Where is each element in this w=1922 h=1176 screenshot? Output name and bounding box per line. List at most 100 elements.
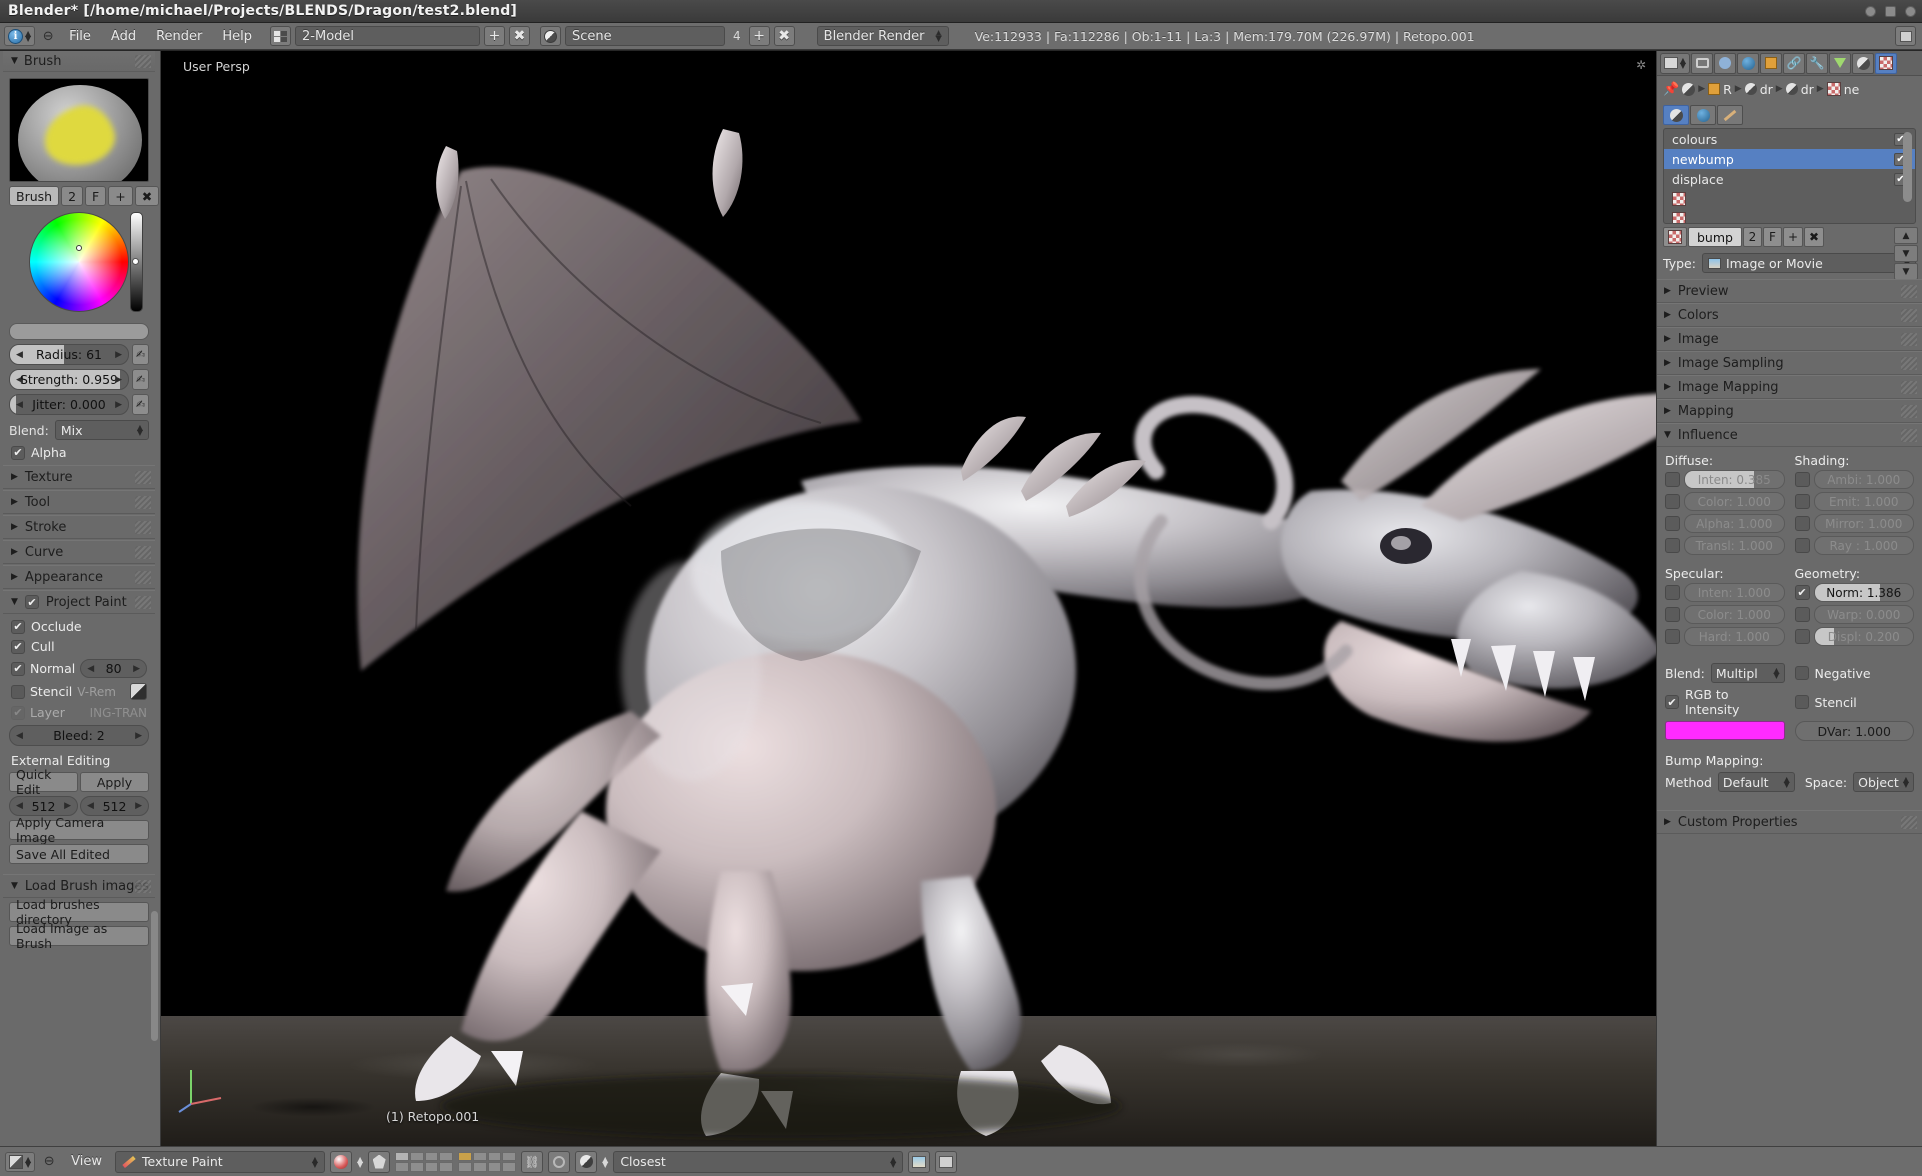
occlude-checkbox[interactable]: ✔ — [11, 619, 25, 634]
strength-pressure-icon[interactable]: ✍ — [132, 369, 149, 390]
add-scene-button[interactable]: + — [748, 26, 770, 46]
menu-help[interactable]: Help — [214, 27, 260, 46]
chevron-left-icon[interactable]: ◀ — [16, 801, 23, 811]
snap-magnet-icon[interactable]: ⛓ — [521, 1150, 544, 1173]
accordion-image-mapping[interactable]: ▶ Image Mapping — [1657, 375, 1922, 399]
stencil-swatch-icon[interactable] — [130, 683, 147, 700]
scene-icon[interactable] — [540, 26, 562, 46]
bump-space-dropdown[interactable]: Object ▲ ▼ — [1853, 772, 1914, 792]
footer-view-menu[interactable]: View — [63, 1152, 110, 1171]
breadcrumb-object-label[interactable]: R — [1723, 82, 1732, 97]
world-context-icon[interactable] — [1690, 105, 1716, 125]
dragon-model[interactable] — [161, 51, 1656, 1146]
occlude-row[interactable]: ✔ Occlude — [11, 619, 147, 634]
shading-mode-icon[interactable] — [330, 1150, 353, 1173]
negative-checkbox[interactable]: ✔ — [1794, 666, 1809, 680]
section-project-paint[interactable]: ▼ ✔ Project Paint — [3, 590, 155, 614]
proportional-edit-icon[interactable] — [548, 1150, 571, 1173]
blend-mode-dropdown[interactable]: Mix ▲ ▼ — [54, 420, 149, 440]
texture-slot-row[interactable]: newbump ✔ — [1664, 149, 1915, 169]
editor-type-selector[interactable]: i ▲ ▼ — [4, 26, 36, 46]
data-tab-icon[interactable] — [1829, 52, 1851, 74]
edit-width-field[interactable]: ◀ 512 ▶ — [9, 796, 78, 816]
brush-name-field[interactable]: Brush — [9, 186, 60, 206]
normal-angle-slider[interactable]: ◀ 80 ▶ — [80, 659, 147, 678]
scene-tab-icon[interactable] — [1714, 52, 1736, 74]
geometry-displ-toggle[interactable] — [1794, 629, 1810, 644]
diffuse-transl-toggle[interactable] — [1665, 538, 1680, 553]
apply-camera-image-button[interactable]: Apply Camera Image — [9, 815, 149, 845]
chevron-right-icon[interactable]: ▶ — [135, 731, 142, 741]
texture-slot-list[interactable]: colours ✔ newbump ✔ displace ✔ — [1663, 128, 1916, 224]
pivot-icon[interactable] — [368, 1150, 391, 1173]
texture-type-icon[interactable] — [1663, 227, 1687, 247]
load-image-as-brush-button[interactable]: Load Image as Brush — [9, 921, 149, 951]
render-animation-icon[interactable] — [935, 1150, 958, 1173]
texture-name-field[interactable]: bump — [1688, 227, 1742, 247]
accordion-colors[interactable]: ▶ Colors — [1657, 303, 1922, 327]
add-screen-layout-button[interactable]: + — [484, 26, 506, 46]
blend-dropdown[interactable]: Multipl ▲ ▼ — [1710, 663, 1785, 683]
properties-editor-type-button[interactable]: ▲ ▼ — [1660, 52, 1690, 74]
color-wheel[interactable] — [29, 212, 129, 312]
accordion-image[interactable]: ▶ Image — [1657, 327, 1922, 351]
breadcrumb-material2-label[interactable]: dr — [1801, 82, 1814, 97]
tool-shelf-scrollbar[interactable] — [151, 911, 158, 1041]
value-slider-handle[interactable] — [132, 258, 139, 266]
color-wheel-cursor[interactable] — [76, 245, 82, 252]
texture-slot-row[interactable]: colours ✔ — [1664, 129, 1915, 149]
radius-slider[interactable]: ◀ Radius: 61 ▶ — [9, 344, 129, 365]
influence-color-swatch[interactable] — [1665, 721, 1785, 740]
breadcrumb-texture-label[interactable]: ne — [1844, 82, 1860, 97]
chevron-updown-icon[interactable]: ▲ ▼ — [602, 1155, 608, 1168]
delete-scene-button[interactable]: ✖ — [773, 26, 795, 46]
section-tool[interactable]: ▶ Tool — [3, 490, 155, 514]
section-appearance[interactable]: ▶ Appearance — [3, 565, 155, 589]
editor-type-selector-bottom[interactable]: ▲ ▼ — [5, 1151, 36, 1172]
save-all-edited-button[interactable]: Save All Edited — [9, 844, 149, 864]
menu-file[interactable]: File — [61, 27, 99, 46]
diffuse-inten-toggle[interactable] — [1665, 472, 1680, 487]
project-paint-checkbox[interactable]: ✔ — [24, 595, 39, 609]
influence-stencil-row[interactable]: ✔ Stencil — [1794, 687, 1915, 717]
texture-users-button[interactable]: 2 — [1742, 227, 1762, 247]
accordion-preview[interactable]: ▶ Preview — [1657, 279, 1922, 303]
minimize-button[interactable] — [1865, 6, 1876, 17]
cull-checkbox[interactable]: ✔ — [11, 639, 25, 654]
texture-slot-row[interactable] — [1664, 189, 1915, 209]
material-context-icon[interactable] — [1663, 105, 1689, 125]
rgb-to-intensity-row[interactable]: ✔ RGB to Intensity — [1665, 687, 1785, 717]
brush-context-icon[interactable] — [1717, 105, 1743, 125]
material-tab-icon[interactable] — [1852, 52, 1874, 74]
bump-method-dropdown[interactable]: Default ▲ ▼ — [1717, 772, 1795, 792]
constraints-tab-icon[interactable]: 🔗 — [1783, 52, 1805, 74]
chevron-right-icon[interactable]: ▶ — [135, 801, 142, 811]
texture-fake-user-button[interactable]: F — [1762, 227, 1782, 247]
shading-emit-toggle[interactable] — [1794, 494, 1810, 509]
quick-edit-button[interactable]: Quick Edit — [9, 767, 78, 797]
radius-pressure-icon[interactable]: ✍ — [132, 344, 149, 365]
object-tab-icon[interactable] — [1760, 52, 1782, 74]
accordion-mapping[interactable]: ▶ Mapping — [1657, 399, 1922, 423]
chevron-right-icon[interactable]: ▶ — [115, 350, 122, 360]
move-slot-down-icon[interactable]: ▼ — [1894, 245, 1918, 262]
brush-icon[interactable] — [1682, 82, 1696, 96]
shading-ray-toggle[interactable] — [1794, 538, 1810, 553]
texture-add-button[interactable]: + — [1782, 227, 1804, 247]
maximize-button[interactable] — [1885, 6, 1896, 17]
pin-icon[interactable]: 📌 — [1663, 82, 1679, 97]
accordion-influence[interactable]: ▼ Influence — [1657, 423, 1922, 447]
collapse-menu-icon[interactable]: ⊖ — [39, 26, 57, 46]
influence-stencil-checkbox[interactable]: ✔ — [1794, 695, 1809, 709]
move-slot-up-icon[interactable]: ▲ — [1894, 227, 1918, 244]
screen-layout-icon[interactable] — [270, 26, 292, 46]
delete-screen-layout-button[interactable]: ✖ — [509, 26, 531, 46]
close-button[interactable] — [1905, 6, 1916, 17]
specular-color-toggle[interactable] — [1665, 607, 1680, 622]
geometry-norm-toggle[interactable]: ✔ — [1794, 585, 1810, 600]
jitter-slider[interactable]: ◀ Jitter: 0.000 ▶ — [9, 394, 129, 415]
alpha-checkbox[interactable]: ✔ — [11, 445, 25, 460]
interaction-mode-dropdown[interactable]: Texture Paint ▲ ▼ — [115, 1150, 326, 1173]
specular-hard-toggle[interactable] — [1665, 629, 1680, 644]
chevron-right-icon[interactable]: ▶ — [64, 801, 71, 811]
